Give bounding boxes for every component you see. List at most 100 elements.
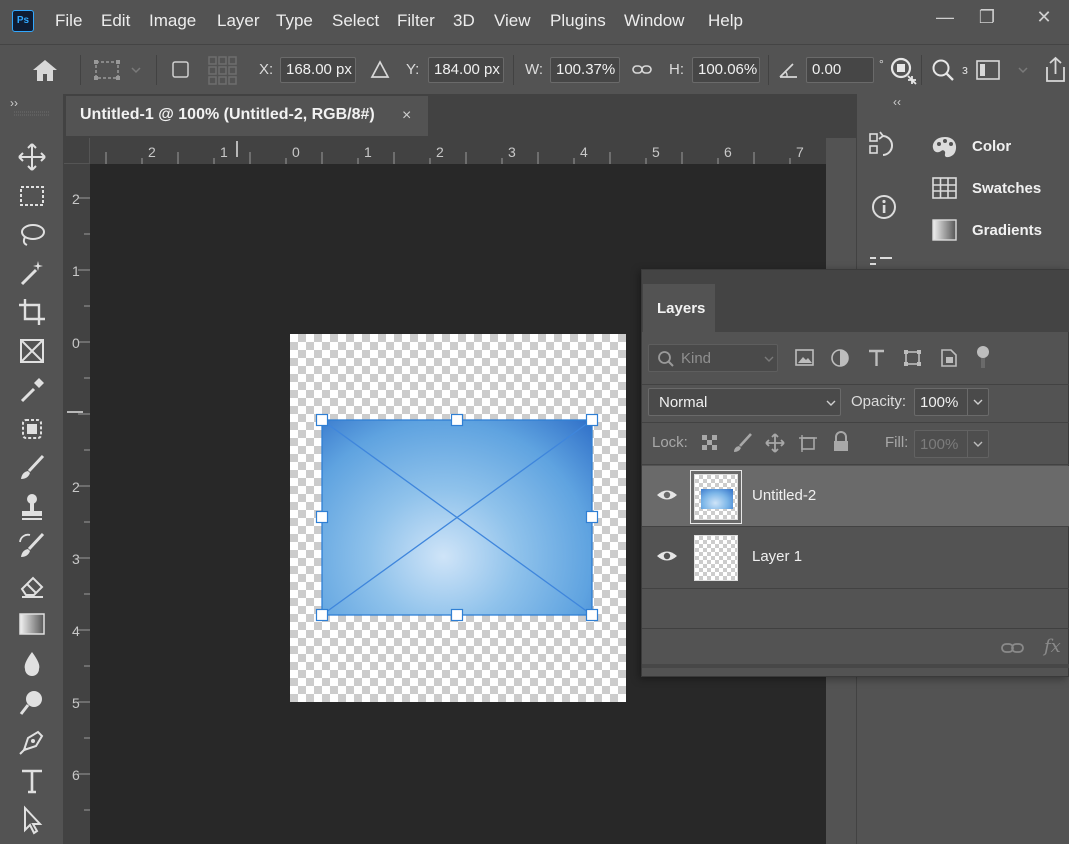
lock-label: Lock: bbox=[652, 434, 688, 451]
frame-tool-icon[interactable] bbox=[16, 335, 48, 367]
filter-smart-object-icon[interactable] bbox=[938, 348, 960, 368]
eyedropper-tool-icon[interactable] bbox=[16, 374, 48, 406]
collapse-panels-arrows[interactable]: ‹‹ bbox=[893, 95, 901, 109]
clone-stamp-tool-icon[interactable] bbox=[16, 491, 48, 523]
opacity-label: Opacity: bbox=[851, 393, 907, 410]
width-field[interactable]: 100.37% bbox=[550, 57, 620, 83]
lock-position-icon[interactable] bbox=[764, 432, 786, 454]
minimize-button[interactable]: — bbox=[929, 6, 961, 28]
panel-resize-grip[interactable] bbox=[642, 664, 1069, 668]
relative-position-icon[interactable] bbox=[369, 59, 391, 81]
spot-healing-tool-icon[interactable] bbox=[16, 413, 48, 445]
menu-file[interactable]: File bbox=[55, 11, 82, 31]
collapse-tools-arrows[interactable]: ›› bbox=[10, 96, 18, 110]
layer-thumbnail bbox=[694, 535, 738, 581]
pen-tool-icon[interactable] bbox=[16, 726, 48, 758]
x-field[interactable]: 168.00 px bbox=[280, 57, 356, 83]
fill-field[interactable]: 100% bbox=[914, 430, 989, 458]
filter-toggle-icon[interactable] bbox=[974, 344, 992, 370]
magic-wand-tool-icon[interactable] bbox=[16, 257, 48, 289]
angle-field[interactable]: 0.00 bbox=[806, 57, 874, 83]
transform-tool-icon[interactable] bbox=[92, 57, 142, 83]
menu-plugins[interactable]: Plugins bbox=[550, 11, 606, 31]
gradients-panel-link[interactable]: Gradients bbox=[930, 216, 1060, 246]
layer-row-untitled-2[interactable]: Untitled-2 bbox=[642, 466, 1069, 526]
lock-image-icon[interactable] bbox=[732, 432, 754, 454]
dodge-tool-icon[interactable] bbox=[16, 687, 48, 719]
menu-bar: Ps File Edit Image Layer Type Select Fil… bbox=[0, 0, 1069, 44]
menu-filter[interactable]: Filter bbox=[397, 11, 435, 31]
marquee-tool-icon[interactable] bbox=[16, 180, 48, 212]
transform-handle-n bbox=[450, 413, 464, 427]
layers-panel: Layers Kind Normal Opacity: 100% Lock: F… bbox=[641, 269, 1069, 677]
reference-point-grid-icon[interactable] bbox=[207, 55, 239, 85]
close-window-button[interactable]: ✕ bbox=[1028, 6, 1060, 28]
layer-filter-dropdown[interactable]: Kind bbox=[648, 344, 778, 372]
info-icon[interactable] bbox=[868, 190, 902, 224]
reference-point-checkbox[interactable] bbox=[171, 60, 191, 80]
y-field[interactable]: 184.00 px bbox=[428, 57, 504, 83]
blend-mode-value: Normal bbox=[659, 394, 708, 411]
properties-icon[interactable] bbox=[866, 252, 902, 270]
eraser-tool-icon[interactable] bbox=[16, 569, 48, 601]
ruler-v-tick: 2 bbox=[72, 479, 80, 495]
menu-layer[interactable]: Layer bbox=[217, 11, 260, 31]
warp-mode-icon[interactable] bbox=[888, 56, 918, 86]
type-tool-icon[interactable] bbox=[16, 765, 48, 797]
share-icon[interactable] bbox=[1042, 55, 1069, 85]
visibility-eye-icon[interactable] bbox=[656, 549, 678, 563]
search-icon[interactable] bbox=[930, 57, 956, 83]
document-tab[interactable]: Untitled-1 @ 100% (Untitled-2, RGB/8#) × bbox=[66, 96, 428, 136]
height-field[interactable]: 100.06% bbox=[692, 57, 760, 83]
move-tool-icon[interactable] bbox=[16, 141, 48, 173]
lock-transparent-icon[interactable] bbox=[700, 433, 720, 453]
lock-artboard-icon[interactable] bbox=[797, 432, 819, 454]
layers-tab[interactable]: Layers bbox=[643, 284, 715, 332]
menu-select[interactable]: Select bbox=[332, 11, 379, 31]
home-icon[interactable] bbox=[30, 57, 60, 83]
w-label: W: bbox=[525, 61, 544, 78]
rotate-angle-icon[interactable] bbox=[777, 59, 801, 81]
blend-mode-dropdown[interactable]: Normal bbox=[648, 388, 841, 416]
link-layers-icon[interactable] bbox=[1000, 638, 1026, 658]
transform-bounding-box[interactable] bbox=[310, 410, 606, 626]
filter-shape-icon[interactable] bbox=[902, 348, 924, 368]
filter-pixel-icon[interactable] bbox=[794, 348, 816, 368]
workspace-switcher-icon[interactable] bbox=[975, 58, 1031, 82]
color-panel-link[interactable]: Color bbox=[930, 132, 1060, 162]
menu-3d[interactable]: 3D bbox=[453, 11, 475, 31]
ruler-v-tick: 0 bbox=[72, 335, 80, 351]
menu-edit[interactable]: Edit bbox=[101, 11, 130, 31]
ruler-v-tick: 6 bbox=[72, 767, 80, 783]
menu-image[interactable]: Image bbox=[149, 11, 196, 31]
menu-view[interactable]: View bbox=[494, 11, 531, 31]
close-tab-icon[interactable]: × bbox=[402, 107, 411, 125]
color-panel-label: Color bbox=[972, 138, 1012, 155]
swatches-panel-link[interactable]: Swatches bbox=[930, 174, 1060, 204]
brush-tool-icon[interactable] bbox=[16, 452, 48, 484]
history-icon[interactable] bbox=[866, 128, 902, 164]
opacity-field[interactable]: 100% bbox=[914, 388, 989, 416]
path-selection-tool-icon[interactable] bbox=[16, 804, 48, 836]
maximize-button[interactable]: ❐ bbox=[971, 6, 1003, 28]
swatches-grid-icon bbox=[932, 177, 957, 199]
filter-adjustment-icon[interactable] bbox=[830, 348, 852, 368]
visibility-eye-icon[interactable] bbox=[656, 488, 678, 502]
menu-window[interactable]: Window bbox=[624, 11, 684, 31]
menu-type[interactable]: Type bbox=[276, 11, 313, 31]
filter-type-icon[interactable] bbox=[866, 348, 888, 368]
ruler-h-tick: 7 bbox=[796, 144, 804, 160]
layer-effects-button[interactable]: fx bbox=[1044, 636, 1061, 657]
lock-all-icon[interactable] bbox=[831, 431, 851, 453]
fill-value: 100% bbox=[920, 436, 959, 453]
link-icon[interactable] bbox=[631, 60, 653, 80]
lasso-tool-icon[interactable] bbox=[16, 219, 48, 251]
layer-row-layer-1[interactable]: Layer 1 bbox=[642, 527, 1069, 587]
gradient-tool-icon[interactable] bbox=[16, 608, 48, 640]
swatches-panel-label: Swatches bbox=[972, 180, 1042, 197]
ruler-origin[interactable] bbox=[64, 138, 90, 164]
crop-tool-icon[interactable] bbox=[16, 296, 48, 328]
history-brush-tool-icon[interactable] bbox=[16, 530, 48, 562]
blur-tool-icon[interactable] bbox=[16, 648, 48, 680]
menu-help[interactable]: Help bbox=[708, 11, 743, 31]
